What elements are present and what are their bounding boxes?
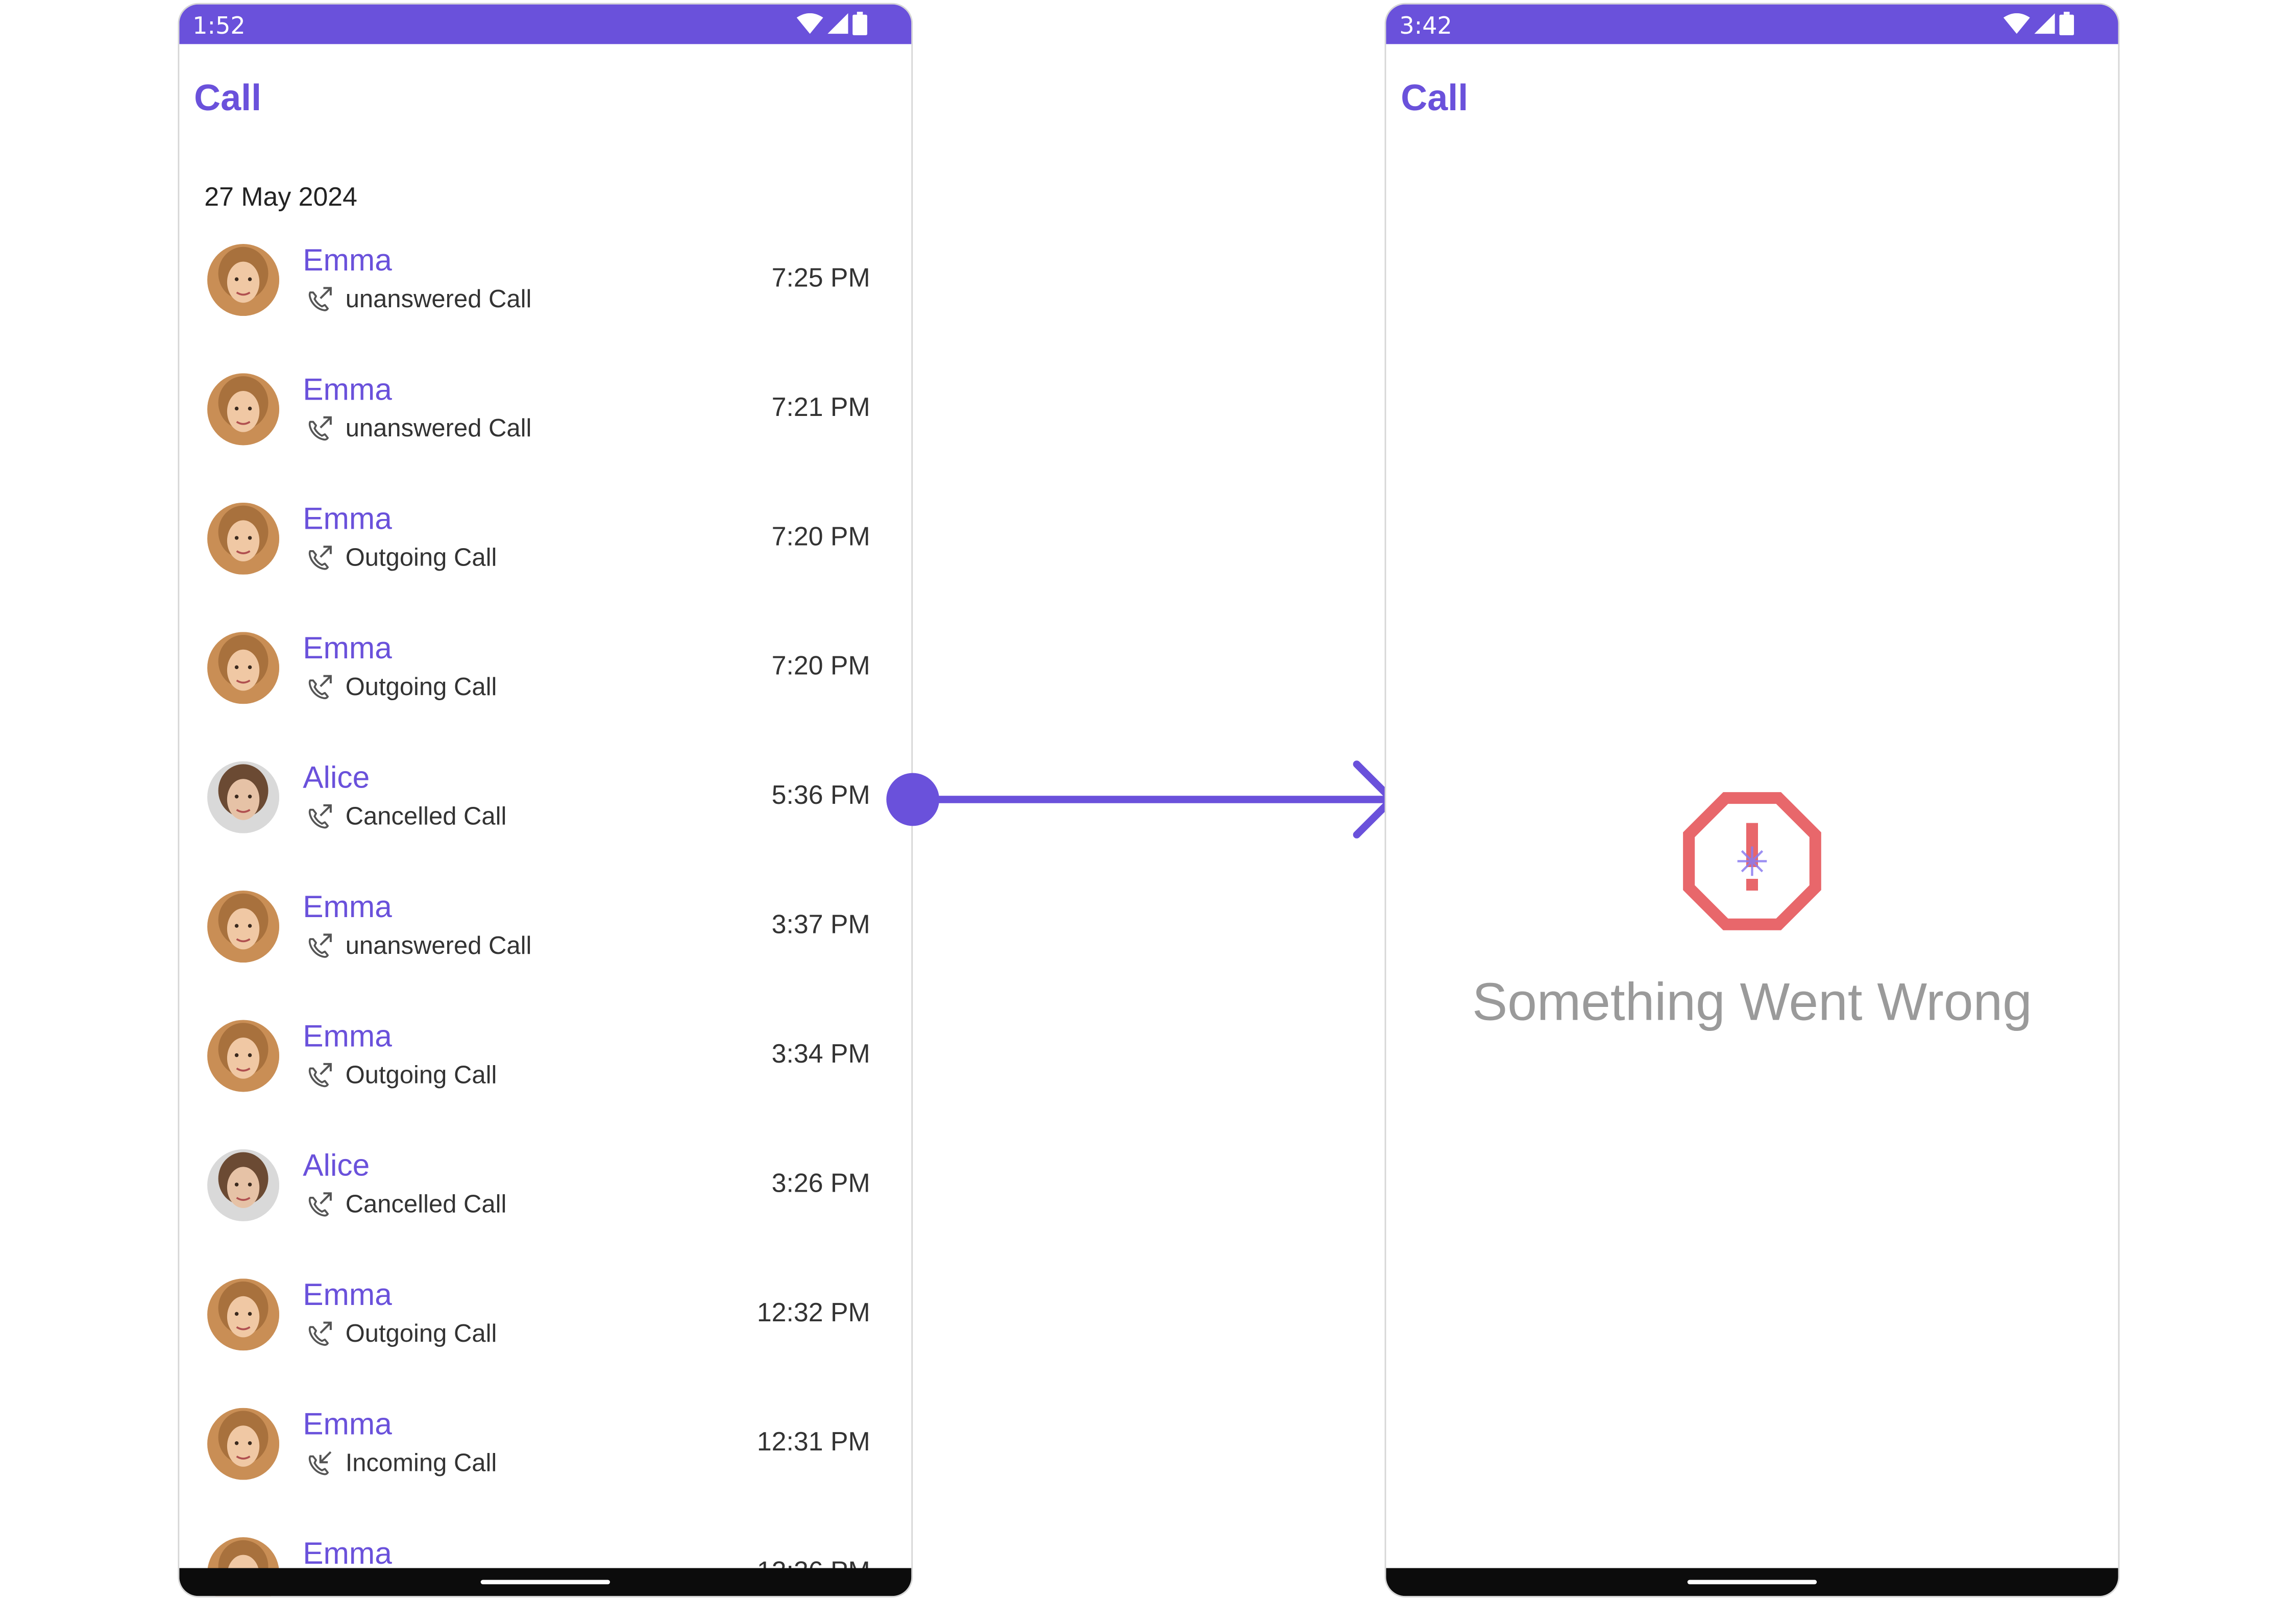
signal-icon [2034, 13, 2055, 34]
call-status: unanswered Call [306, 285, 531, 315]
status-icons [796, 12, 867, 36]
call-log-item[interactable]: Emma Outgoing Call 3:34 PM [179, 999, 911, 1128]
outgoing-call-icon [308, 416, 332, 441]
avatar [207, 1149, 280, 1221]
status-time: 3:42 [1399, 12, 1452, 40]
call-status: Outgoing Call [306, 1061, 497, 1091]
navigation-bar [179, 1568, 912, 1596]
navigation-bar [1386, 1568, 2118, 1596]
call-type-label: Cancelled Call [345, 1190, 507, 1219]
call-time: 3:37 PM [771, 909, 870, 940]
avatar [207, 761, 280, 833]
call-type-label: unanswered Call [345, 285, 532, 313]
avatar [207, 1278, 280, 1351]
outgoing-call-icon [308, 804, 332, 829]
avatar [207, 244, 280, 316]
call-log-item[interactable]: Alice Cancelled Call 3:26 PM [179, 1129, 911, 1258]
home-gesture-handle[interactable] [480, 1580, 610, 1585]
outgoing-call-icon [308, 287, 332, 311]
call-status: unanswered Call [306, 932, 531, 962]
caller-name: Emma [303, 1020, 392, 1054]
call-time: 3:26 PM [771, 1168, 870, 1198]
outgoing-call-icon [308, 1192, 332, 1217]
call-status: Outgoing Call [306, 673, 497, 703]
comparison-scene: 1:52 Call 27 May 2024 Emma unanswered Cal… [0, 0, 2296, 1602]
home-gesture-handle[interactable] [1687, 1580, 1817, 1585]
signal-icon [827, 13, 848, 34]
call-type-label: Outgoing Call [345, 1319, 497, 1348]
call-status: unanswered Call [306, 414, 531, 444]
page-title: Call [194, 78, 262, 119]
caller-name: Alice [303, 761, 370, 795]
avatar [207, 632, 280, 704]
call-log-item[interactable]: Emma Incoming Call 12:31 PM [179, 1387, 911, 1516]
wifi-icon [796, 13, 823, 34]
avatar [207, 502, 280, 575]
call-type-label: Outgoing Call [345, 673, 497, 701]
transition-arrow [886, 760, 1396, 839]
status-icons [2003, 12, 2074, 36]
avatar [207, 891, 280, 963]
call-time: 3:34 PM [771, 1039, 870, 1069]
call-type-label: Incoming Call [345, 1449, 497, 1477]
status-time: 1:52 [192, 12, 246, 40]
error-state: Something Went Wrong [1386, 791, 2118, 1033]
call-type-label: unanswered Call [345, 414, 532, 442]
call-status: Cancelled Call [306, 802, 506, 832]
wifi-icon [2003, 13, 2030, 34]
call-time: 7:20 PM [771, 651, 870, 681]
call-status: Outgoing Call [306, 1320, 497, 1349]
call-type-label: unanswered Call [345, 931, 532, 960]
avatar [207, 1020, 280, 1092]
call-type-label: Outgoing Call [345, 1061, 497, 1089]
caller-name: Emma [303, 632, 392, 666]
call-type-label: Outgoing Call [345, 544, 497, 572]
status-bar: 3:42 [1386, 4, 2118, 44]
date-header: 27 May 2024 [204, 182, 357, 212]
call-time: 7:25 PM [771, 263, 870, 293]
caller-name: Emma [303, 891, 392, 925]
avatar [207, 1408, 280, 1480]
call-time: 12:32 PM [756, 1297, 870, 1327]
outgoing-call-icon [308, 1321, 332, 1346]
caller-name: Emma [303, 1537, 392, 1571]
call-log-item[interactable]: Emma unanswered Call 7:21 PM [179, 353, 911, 482]
call-log-item[interactable]: Emma unanswered Call 3:37 PM [179, 870, 911, 999]
battery-icon [852, 12, 867, 36]
call-time: 12:31 PM [756, 1427, 870, 1457]
caller-name: Emma [303, 373, 392, 407]
call-list: Emma unanswered Call 7:25 PM Emma unanswered… [179, 224, 911, 1596]
call-time: 7:20 PM [771, 522, 870, 551]
call-log-item[interactable]: Emma unanswered Call 7:25 PM [179, 224, 911, 353]
caller-name: Emma [303, 1408, 392, 1442]
caller-name: Emma [303, 502, 392, 537]
call-status: Outgoing Call [306, 544, 497, 573]
outgoing-call-icon [308, 1063, 332, 1088]
outgoing-call-icon [308, 546, 332, 570]
page-title: Call [1401, 78, 1469, 119]
call-log-item[interactable]: Emma Outgoing Call 7:20 PM [179, 482, 911, 611]
caller-name: Alice [303, 1149, 370, 1184]
incoming-call-icon [308, 1451, 332, 1475]
error-message: Something Went Wrong [1472, 971, 2032, 1032]
error-screen: 3:42 Call Something Went Wrong [1384, 3, 2120, 1598]
caller-name: Emma [303, 244, 392, 278]
battery-icon [2059, 12, 2074, 36]
outgoing-call-icon [308, 933, 332, 958]
call-type-label: Cancelled Call [345, 802, 507, 830]
call-log-screen: 1:52 Call 27 May 2024 Emma unanswered Cal… [178, 3, 913, 1598]
call-status: Cancelled Call [306, 1190, 506, 1220]
status-bar: 1:52 [179, 4, 912, 44]
outgoing-call-icon [308, 675, 332, 700]
error-icon [1683, 792, 1821, 930]
call-time: 5:36 PM [771, 780, 870, 810]
call-time: 7:21 PM [771, 392, 870, 422]
call-log-item[interactable]: Emma Outgoing Call 12:32 PM [179, 1258, 911, 1387]
call-status: Incoming Call [306, 1449, 497, 1478]
call-log-item[interactable]: Alice Cancelled Call 5:36 PM [179, 741, 911, 870]
avatar [207, 373, 280, 446]
caller-name: Emma [303, 1278, 392, 1313]
call-log-item[interactable]: Emma Outgoing Call 7:20 PM [179, 611, 911, 741]
